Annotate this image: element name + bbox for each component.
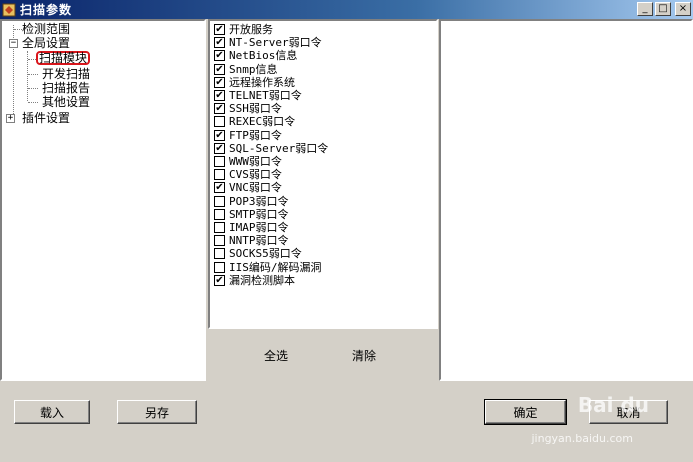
tree-connector	[28, 59, 36, 60]
checklist-item-label: REXEC弱口令	[229, 115, 296, 129]
tree-item-dev-scan[interactable]: 开发扫描	[2, 67, 202, 81]
checklist-item-label: NT-Server弱口令	[229, 36, 322, 50]
checklist-item[interactable]: IIS编码/解码漏洞	[214, 261, 322, 274]
checkbox-checked[interactable]: ✔	[214, 103, 225, 115]
details-pane	[439, 19, 693, 381]
checkbox-unchecked[interactable]	[214, 208, 225, 220]
checklist-item[interactable]: NNTP弱口令	[214, 234, 289, 247]
watermark-logo: Bai du	[577, 393, 649, 417]
checklist-item[interactable]: ✔ SQL-Server弱口令	[214, 142, 328, 155]
checklist-item-label: 开放服务	[229, 23, 273, 36]
checkbox-checked[interactable]: ✔	[214, 182, 225, 194]
checklist-item[interactable]: ✔ NT-Server弱口令	[214, 36, 322, 49]
checkbox-checked[interactable]: ✔	[214, 24, 225, 35]
tree-item-global-settings[interactable]: − 全局设置	[2, 36, 202, 50]
window-title: 扫描参数	[20, 3, 73, 17]
checklist-item-label: SSH弱口令	[229, 102, 282, 116]
tree-connector	[28, 102, 38, 103]
checklist-item[interactable]: SMTP弱口令	[214, 208, 289, 221]
tree-item-label: 其他设置	[42, 95, 91, 109]
checklist-item-label: 漏洞检测脚本	[229, 273, 295, 287]
checklist-actions: 全选 清除	[208, 329, 438, 381]
checklist-item[interactable]: ✔ NetBios信息	[214, 49, 297, 62]
checklist-item-label: POP3弱口令	[229, 194, 289, 208]
tree-connector	[28, 74, 38, 75]
tree-item-other-settings[interactable]: 其他设置	[2, 95, 202, 109]
checklist-item-label: NNTP弱口令	[229, 234, 289, 248]
ok-button[interactable]: 确定	[484, 399, 567, 425]
checkbox-checked[interactable]: ✔	[214, 50, 225, 62]
checkbox-checked[interactable]: ✔	[214, 142, 225, 154]
tree-item-label-selected: 扫描模块	[36, 51, 91, 65]
checkbox-unchecked[interactable]	[214, 169, 225, 181]
load-button[interactable]: 载入	[14, 400, 90, 424]
checkbox-unchecked[interactable]	[214, 195, 225, 207]
checklist-item-label: CVS弱口令	[229, 168, 282, 182]
checklist-item[interactable]: ✔ 远程操作系统	[214, 76, 295, 89]
checklist-item-label: SOCKS5弱口令	[229, 247, 302, 261]
tree-item-scan-range[interactable]: 检测范围	[2, 22, 202, 36]
checkbox-unchecked[interactable]	[214, 261, 225, 273]
save-as-button[interactable]: 另存	[117, 400, 197, 424]
collapse-icon[interactable]: −	[9, 39, 18, 48]
close-button[interactable]: ×	[675, 2, 691, 16]
checkbox-checked[interactable]: ✔	[214, 274, 225, 286]
watermark-url: jingyan.baidu.com	[531, 432, 633, 445]
checkbox-unchecked[interactable]	[214, 156, 225, 167]
checklist-item[interactable]: CVS弱口令	[214, 168, 282, 181]
checklist-item-label: NetBios信息	[229, 49, 298, 63]
maximize-button[interactable]: □	[655, 2, 671, 16]
checklist-item-label: Snmp信息	[229, 62, 278, 76]
expand-icon[interactable]: +	[6, 114, 15, 123]
checklist-item[interactable]: REXEC弱口令	[214, 115, 295, 128]
checklist-item[interactable]: ✔ SSH弱口令	[214, 102, 282, 115]
tree-item-scan-report[interactable]: 扫描报告	[2, 81, 202, 95]
tree-connector	[28, 88, 38, 89]
tree-item-label: 检测范围	[22, 22, 71, 36]
checkbox-checked[interactable]: ✔	[214, 90, 225, 101]
scan-module-checklist[interactable]: ✔ 开放服务 ✔ NT-Server弱口令 ✔ NetBios信息 ✔ Snmp信息 ✔ 远程操作…	[208, 19, 438, 329]
checklist-item-label: SQL-Server弱口令	[229, 141, 329, 155]
checklist-item-label: VNC弱口令	[229, 181, 282, 195]
checklist-item[interactable]: ✔ VNC弱口令	[214, 181, 282, 194]
checklist-item-label: IIS编码/解码漏洞	[229, 260, 322, 274]
checklist-item-label: TELNET弱口令	[229, 89, 302, 102]
tree-item-label: 插件设置	[22, 111, 71, 125]
minimize-button[interactable]: _	[637, 2, 653, 16]
checklist-item[interactable]: POP3弱口令	[214, 195, 289, 208]
checkbox-checked[interactable]: ✔	[214, 76, 225, 88]
checkbox-unchecked[interactable]	[214, 116, 225, 128]
app-icon	[2, 3, 16, 16]
checklist-item-label: WWW弱口令	[229, 155, 282, 168]
checklist-item[interactable]: ✔ TELNET弱口令	[214, 89, 302, 102]
title-bar[interactable]: 扫描参数 _ □ ×	[0, 0, 693, 19]
checkbox-checked[interactable]: ✔	[214, 63, 225, 75]
checklist-item[interactable]: ✔ Snmp信息	[214, 63, 278, 76]
checklist-item-label: FTP弱口令	[229, 128, 282, 142]
tree-connector	[14, 29, 22, 30]
tree-item-plugin-settings[interactable]: + 插件设置	[2, 111, 202, 125]
checklist-item[interactable]: ✔ FTP弱口令	[214, 129, 282, 142]
checkbox-checked[interactable]: ✔	[214, 129, 225, 141]
checkbox-unchecked[interactable]	[214, 235, 225, 247]
checklist-item[interactable]: IMAP弱口令	[214, 221, 289, 234]
tree-item-scan-modules[interactable]: 扫描模块	[2, 51, 202, 66]
clear-button[interactable]: 清除	[352, 347, 376, 364]
checklist-item-label: SMTP弱口令	[229, 207, 289, 221]
checklist-item-label: 远程操作系统	[229, 75, 295, 89]
checkbox-checked[interactable]: ✔	[214, 37, 225, 49]
checklist-item[interactable]: WWW弱口令	[214, 155, 282, 168]
checklist-item[interactable]: ✔ 开放服务	[214, 23, 273, 36]
checklist-item-label: IMAP弱口令	[229, 221, 289, 234]
checkbox-unchecked[interactable]	[214, 222, 225, 233]
select-all-button[interactable]: 全选	[264, 347, 288, 364]
checklist-item[interactable]: SOCKS5弱口令	[214, 247, 302, 260]
tree-item-label: 开发扫描	[42, 67, 91, 81]
checklist-item[interactable]: ✔ 漏洞检测脚本	[214, 274, 295, 287]
checkbox-unchecked[interactable]	[214, 248, 225, 260]
tree-item-label: 扫描报告	[42, 81, 91, 95]
tree-item-label: 全局设置	[22, 36, 71, 50]
settings-tree[interactable]: 检测范围 − 全局设置 扫描模块 开发扫描 扫描报告 其他设置 + 插件设置	[0, 19, 206, 381]
